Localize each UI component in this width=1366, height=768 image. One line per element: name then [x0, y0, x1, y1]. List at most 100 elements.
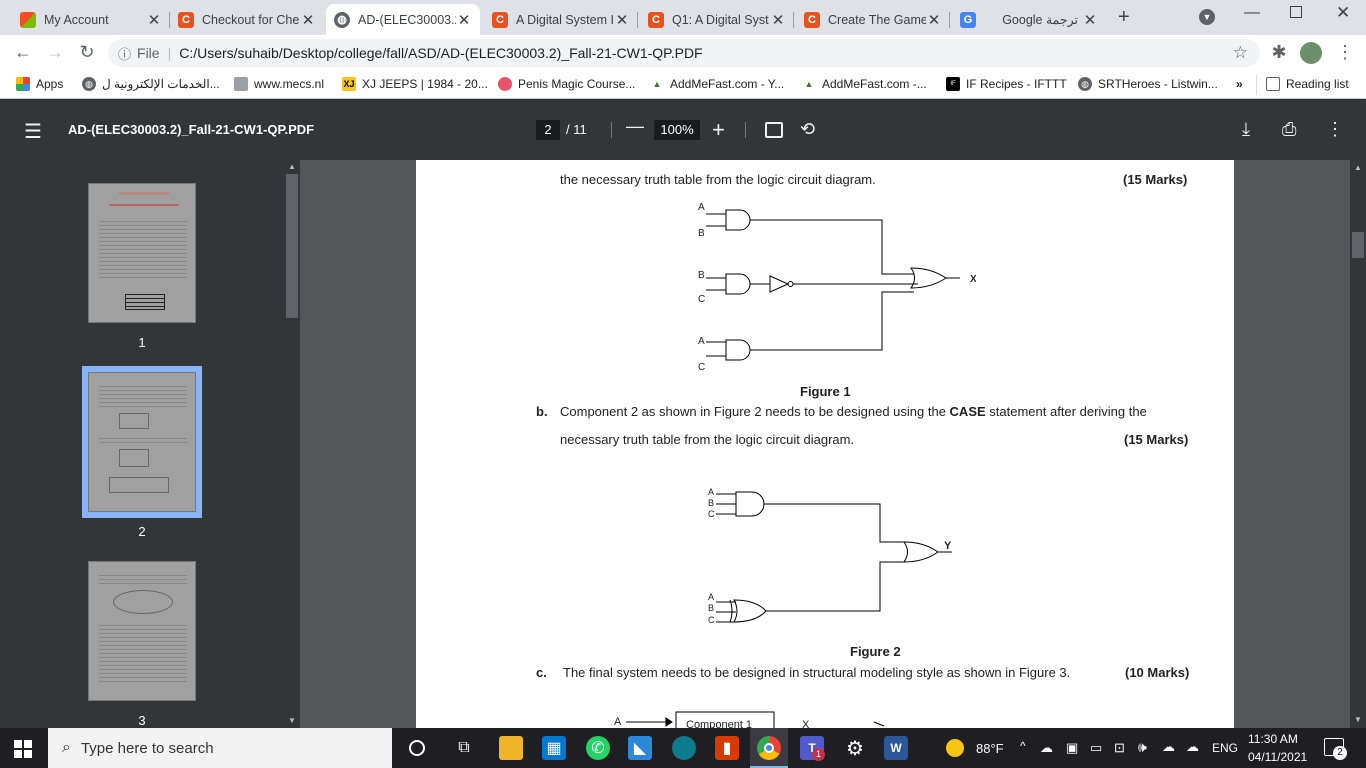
close-tab-icon[interactable]: ✕	[146, 11, 162, 29]
bookmark-mecs[interactable]: www.mecs.nl	[234, 77, 324, 91]
file-explorer-icon[interactable]	[499, 736, 523, 760]
pdf-more-options-icon[interactable]: ⋮	[1326, 119, 1344, 140]
close-tab-icon[interactable]: ✕	[770, 11, 786, 29]
apps-grid-icon	[16, 77, 30, 91]
paint-icon[interactable]: ◣	[628, 736, 652, 760]
profile-avatar[interactable]	[1300, 42, 1322, 64]
search-placeholder: Type here to search	[80, 739, 214, 757]
viewer-scrollbar-thumb[interactable]	[1352, 232, 1364, 258]
tray-monitor-icon[interactable]: ▣	[1066, 740, 1078, 756]
forward-arrow-icon[interactable]: →	[44, 42, 66, 63]
battery-icon[interactable]: ▭	[1090, 740, 1102, 756]
onedrive-sync-icon[interactable]: ☁	[1186, 739, 1199, 755]
close-window-icon[interactable]: ✕	[1336, 3, 1350, 23]
zoom-input[interactable]: 100%	[654, 120, 700, 140]
windows-start-icon[interactable]	[14, 740, 32, 758]
bookmark-ifttt[interactable]: IF IF Recipes - IFTTT	[946, 77, 1067, 91]
bookmark-apps[interactable]: Apps	[16, 77, 63, 91]
hamburger-menu-icon[interactable]: ☰	[24, 119, 42, 144]
tab-active-pdf[interactable]: ◍ AD-(ELEC30003.2 ✕	[326, 4, 480, 35]
text-span: Component 2 as shown in Figure 2 needs t…	[560, 404, 950, 419]
microsoft-store-icon[interactable]: ▦	[542, 736, 566, 760]
minimize-icon[interactable]: —	[1244, 4, 1260, 22]
volume-icon[interactable]: 🕪	[1138, 739, 1147, 756]
chrome-icon[interactable]	[757, 736, 781, 760]
scroll-up-arrow-icon[interactable]: ▲	[1354, 163, 1362, 172]
address-bar[interactable]: ⓘ File | C:/Users/suhaib/Desktop/college…	[108, 39, 1260, 67]
close-tab-icon[interactable]: ✕	[300, 11, 316, 29]
weather-sun-icon[interactable]	[946, 739, 964, 757]
tab-create-game[interactable]: C Create The Game ✕	[796, 4, 950, 35]
not-gate	[769, 275, 790, 293]
office-icon[interactable]: ▮	[715, 736, 739, 760]
tab-title: My Account	[44, 12, 109, 27]
tab-title: Checkout for Che	[202, 12, 300, 27]
question-b-label: b.	[536, 404, 548, 419]
bookmarks-overflow-button[interactable]: »	[1236, 77, 1243, 91]
browser-menu-icon[interactable]: ⋮	[1334, 42, 1356, 63]
tab-digital-system[interactable]: C A Digital System I ✕	[484, 4, 638, 35]
onedrive-icon[interactable]: ☁	[1162, 739, 1175, 755]
zoom-out-icon[interactable]: —	[626, 116, 644, 137]
zoom-in-icon[interactable]: +	[712, 117, 725, 143]
taskbar-search-box[interactable]: ⌕ Type here to search	[48, 728, 392, 768]
clock-date[interactable]: 04/11/2021	[1248, 750, 1307, 764]
page-thumbnail-3[interactable]	[88, 561, 196, 701]
page-thumbnail-1[interactable]	[88, 183, 196, 323]
reload-icon[interactable]: ↻	[76, 42, 98, 63]
download-icon[interactable]: ⤓	[1242, 119, 1250, 140]
page-number-input[interactable]: 2	[536, 120, 560, 140]
bookmark-course[interactable]: Penis Magic Course...	[498, 77, 635, 91]
bookmarks-bar: Apps ◍ الخدمات الإلكترونية ل... www.mecs…	[0, 71, 1366, 99]
network-icon[interactable]: ⊡	[1114, 740, 1125, 756]
sidebar-scrollbar-thumb[interactable]	[286, 174, 298, 318]
bookmark-addmefast-1[interactable]: ▲ AddMeFast.com - Y...	[650, 77, 785, 91]
bookmark-xj-jeeps[interactable]: XJ XJ JEEPS | 1984 - 20...	[342, 77, 488, 91]
url-text[interactable]: C:/Users/suhaib/Desktop/college/fall/ASD…	[179, 45, 702, 61]
scroll-down-arrow-icon[interactable]: ▼	[288, 716, 296, 725]
page-thumbnail-2[interactable]	[88, 372, 196, 512]
task-view-icon[interactable]: ⧉	[452, 736, 476, 760]
cortana-ring	[409, 740, 425, 756]
extensions-puzzle-icon[interactable]: ✱	[1268, 42, 1290, 63]
language-indicator[interactable]: ENG	[1212, 741, 1238, 755]
scroll-up-arrow-icon[interactable]: ▲	[288, 162, 296, 171]
bookmark-arabic-services[interactable]: ◍ الخدمات الإلكترونية ل...	[82, 77, 220, 91]
close-tab-icon[interactable]: ✕	[614, 11, 630, 29]
reading-list-button[interactable]: Reading list	[1266, 77, 1349, 91]
new-tab-plus-icon[interactable]: +	[1118, 6, 1130, 29]
close-tab-icon[interactable]: ✕	[1082, 11, 1098, 29]
restore-icon[interactable]	[1290, 6, 1302, 18]
tray-cloud-icon[interactable]: ☁	[1040, 740, 1053, 756]
tab-checkout[interactable]: C Checkout for Che ✕	[170, 4, 324, 35]
tab-title: Google ترجمة	[1002, 13, 1078, 27]
pdf-viewer[interactable]: the necessary truth table from the logic…	[300, 160, 1350, 728]
print-icon[interactable]: ⎙	[1282, 119, 1296, 140]
tab-my-account[interactable]: My Account ✕	[12, 4, 170, 35]
bookmark-star-icon[interactable]: ☆	[1233, 43, 1248, 63]
tab-q1-digital[interactable]: C Q1: A Digital Syst ✕	[640, 4, 794, 35]
word-icon[interactable]: W	[884, 736, 908, 760]
tab-search-chevron-icon[interactable]: ▼	[1199, 9, 1215, 25]
tray-chevron-icon[interactable]: ^	[1020, 739, 1026, 753]
fit-to-page-icon[interactable]	[765, 122, 783, 138]
thumb-line	[119, 192, 169, 195]
clock-time[interactable]: 11:30 AM	[1248, 732, 1298, 746]
xj-icon: XJ	[342, 77, 356, 91]
bookmark-addmefast-2[interactable]: ▲ AddMeFast.com -...	[802, 77, 927, 91]
edge-icon[interactable]	[672, 736, 696, 760]
cortana-circle-icon[interactable]	[405, 736, 429, 760]
bookmark-srtheroes[interactable]: ◍ SRTHeroes - Listwin...	[1078, 77, 1218, 91]
back-arrow-icon[interactable]: ←	[12, 42, 34, 63]
close-tab-icon[interactable]: ✕	[456, 11, 472, 29]
weather-temp[interactable]: 88°F	[976, 741, 1004, 756]
and-gate-3	[725, 339, 751, 361]
close-tab-icon[interactable]: ✕	[926, 11, 942, 29]
scroll-down-arrow-icon[interactable]: ▼	[1354, 715, 1362, 724]
tab-google-translate[interactable]: G Google ترجمة ✕	[952, 4, 1106, 35]
thumb-text-block	[99, 218, 187, 278]
info-icon[interactable]: ⓘ	[118, 44, 131, 63]
whatsapp-icon[interactable]: ✆	[586, 736, 610, 760]
rotate-icon[interactable]: ⟲	[800, 119, 815, 140]
settings-gear-icon[interactable]: ⚙	[843, 736, 867, 760]
